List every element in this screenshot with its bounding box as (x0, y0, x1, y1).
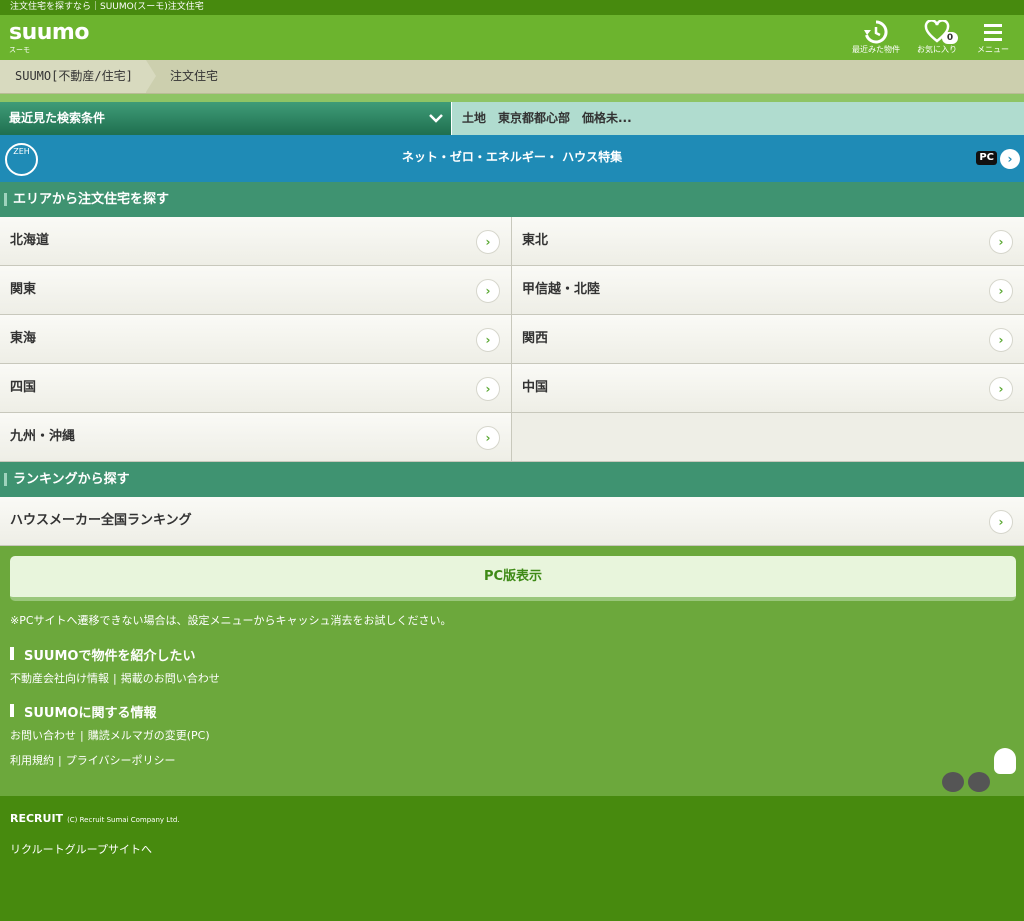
link-separator: | (113, 672, 117, 685)
chevron-right-icon: › (476, 279, 500, 303)
chevron-right-icon: › (476, 328, 500, 352)
area-item-empty (512, 413, 1024, 462)
favorites-count-badge: 0 (942, 32, 958, 44)
recruit-logo-text: RECRUIT (10, 812, 64, 825)
history-icon (850, 19, 902, 45)
chevron-right-icon: › (989, 510, 1013, 534)
area-item-label: 四国 (10, 380, 37, 395)
area-item-kanto[interactable]: 関東 › (0, 266, 512, 315)
recruit-group-link[interactable]: リクルートグループサイトへ (10, 841, 152, 857)
hamburger-icon (972, 19, 1014, 45)
area-item-label: 東北 (522, 233, 549, 248)
pc-view-button[interactable]: PC版表示 (10, 556, 1016, 601)
area-item-kansai[interactable]: 関西 › (512, 315, 1024, 364)
section-title-suumo-info: SUUMOに関する情報 (10, 702, 156, 721)
chevron-right-icon: › (989, 377, 1013, 401)
recent-search-bar: 最近見た検索条件 土地 東京都都心部 価格未... (0, 102, 1024, 135)
breadcrumb-item-current: 注文住宅 (170, 69, 219, 83)
logo-text: suumo (9, 20, 89, 45)
mascot-dark-1 (942, 772, 964, 792)
link-terms[interactable]: 利用規約 (10, 754, 54, 767)
header: suumo スーモ 最近みた物件 0 お気に入り メニュー (0, 15, 1024, 60)
area-item-label: 関東 (10, 282, 37, 297)
favorites-label: お気に入り (917, 45, 957, 54)
recent-search-toggle[interactable]: 最近見た検索条件 (0, 102, 451, 135)
chevron-right-icon: › (989, 328, 1013, 352)
chevron-right-icon: › (476, 426, 500, 450)
divider (0, 94, 1024, 102)
chevron-down-icon (429, 102, 443, 135)
heart-icon: 0 (914, 19, 960, 45)
recent-search-label: 最近見た検索条件 (9, 111, 106, 125)
link-realestate-info[interactable]: 不動産会社向け情報 (10, 672, 109, 685)
mascot-suumo (994, 748, 1016, 774)
area-list: 北海道 › 東北 › 関東 › 甲信越・北陸 › 東海 › 関西 › 四国 › 中国 › 九州・… (0, 217, 1024, 462)
area-item-label: 九州・沖縄 (10, 429, 76, 444)
chevron-right-icon: › (989, 279, 1013, 303)
breadcrumb: SUUMO[不動産/住宅] 注文住宅 (0, 60, 1024, 94)
area-item-label: 東海 (10, 331, 37, 346)
area-item-shikoku[interactable]: 四国 › (0, 364, 512, 413)
recent-viewed-button[interactable]: 最近みた物件 (850, 19, 902, 55)
link-listing-inquiry[interactable]: 掲載のお問い合わせ (121, 672, 220, 685)
ranking-section-heading: ランキングから探す (0, 462, 1024, 497)
menu-label: メニュー (977, 45, 1009, 54)
area-item-label: 甲信越・北陸 (522, 282, 601, 297)
copyright: (C) Recruit Sumai Company Ltd. (67, 816, 180, 824)
ranking-item-housemaker[interactable]: ハウスメーカー全国ランキング › (0, 497, 1024, 546)
footer-links-business: 不動産会社向け情報 | 掲載のお問い合わせ (10, 670, 220, 686)
area-section-heading: エリアから注文住宅を探す (0, 182, 1024, 217)
logo-subtext: スーモ (9, 46, 30, 54)
area-item-koshinetsu-hokuriku[interactable]: 甲信越・北陸 › (512, 266, 1024, 315)
suumo-mascot-illustration (940, 748, 1020, 796)
link-contact[interactable]: お問い合わせ (10, 729, 76, 742)
area-item-hokkaido[interactable]: 北海道 › (0, 217, 512, 266)
menu-button[interactable]: メニュー (972, 19, 1014, 55)
link-newsletter[interactable]: 購読メルマガの変更(PC) (88, 729, 210, 742)
footer: PC版表示 ※PCサイトへ遷移できない場合は、設定メニューからキャッシュ消去をお… (0, 546, 1024, 796)
pc-badge: PC (976, 151, 997, 165)
suumo-logo[interactable]: suumo スーモ (9, 20, 101, 56)
recruit-logo: RECRUIT (C) Recruit Sumai Company Ltd. (10, 812, 180, 825)
area-item-chugoku[interactable]: 中国 › (512, 364, 1024, 413)
cache-note: ※PCサイトへ遷移できない場合は、設定メニューからキャッシュ消去をお試しください… (10, 614, 452, 627)
breadcrumb-item-suumo[interactable]: SUUMO[不動産/住宅] (0, 60, 156, 93)
banner-text: ネット・ゼロ・エネルギー・ ハウス特集 (401, 150, 623, 164)
footer-links-info-row1: お問い合わせ | 購読メルマガの変更(PC) (10, 727, 210, 743)
ranking-item-label: ハウスメーカー全国ランキング (10, 513, 192, 528)
chevron-right-icon: › (476, 230, 500, 254)
area-item-label: 北海道 (10, 233, 50, 248)
chevron-right-icon: › (1000, 149, 1020, 169)
section-title-list-property: SUUMOで物件を紹介したい (10, 645, 195, 664)
page-title-strip: 注文住宅を探すなら｜SUUMO(スーモ)注文住宅 (0, 0, 1024, 15)
area-item-kyushu-okinawa[interactable]: 九州・沖縄 › (0, 413, 512, 462)
area-item-label: 関西 (522, 331, 549, 346)
link-separator: | (80, 729, 84, 742)
bottom-bar: RECRUIT (C) Recruit Sumai Company Ltd. リク… (0, 799, 1024, 921)
area-item-tohoku[interactable]: 東北 › (512, 217, 1024, 266)
zeh-feature-banner[interactable]: ZEH ネット・ゼロ・エネルギー・ ハウス特集 PC › (0, 135, 1024, 182)
chevron-right-icon: › (476, 377, 500, 401)
favorites-button[interactable]: 0 お気に入り (914, 19, 960, 55)
link-separator: | (58, 754, 62, 767)
footer-links-info-row2: 利用規約 | プライバシーポリシー (10, 752, 176, 768)
recent-search-value[interactable]: 土地 東京都都心部 価格未... (451, 102, 1024, 135)
area-item-label: 中国 (522, 380, 549, 395)
link-privacy[interactable]: プライバシーポリシー (66, 754, 176, 767)
recent-viewed-label: 最近みた物件 (852, 45, 900, 54)
chevron-right-icon: › (989, 230, 1013, 254)
area-item-tokai[interactable]: 東海 › (0, 315, 512, 364)
mascot-dark-2 (968, 772, 990, 792)
